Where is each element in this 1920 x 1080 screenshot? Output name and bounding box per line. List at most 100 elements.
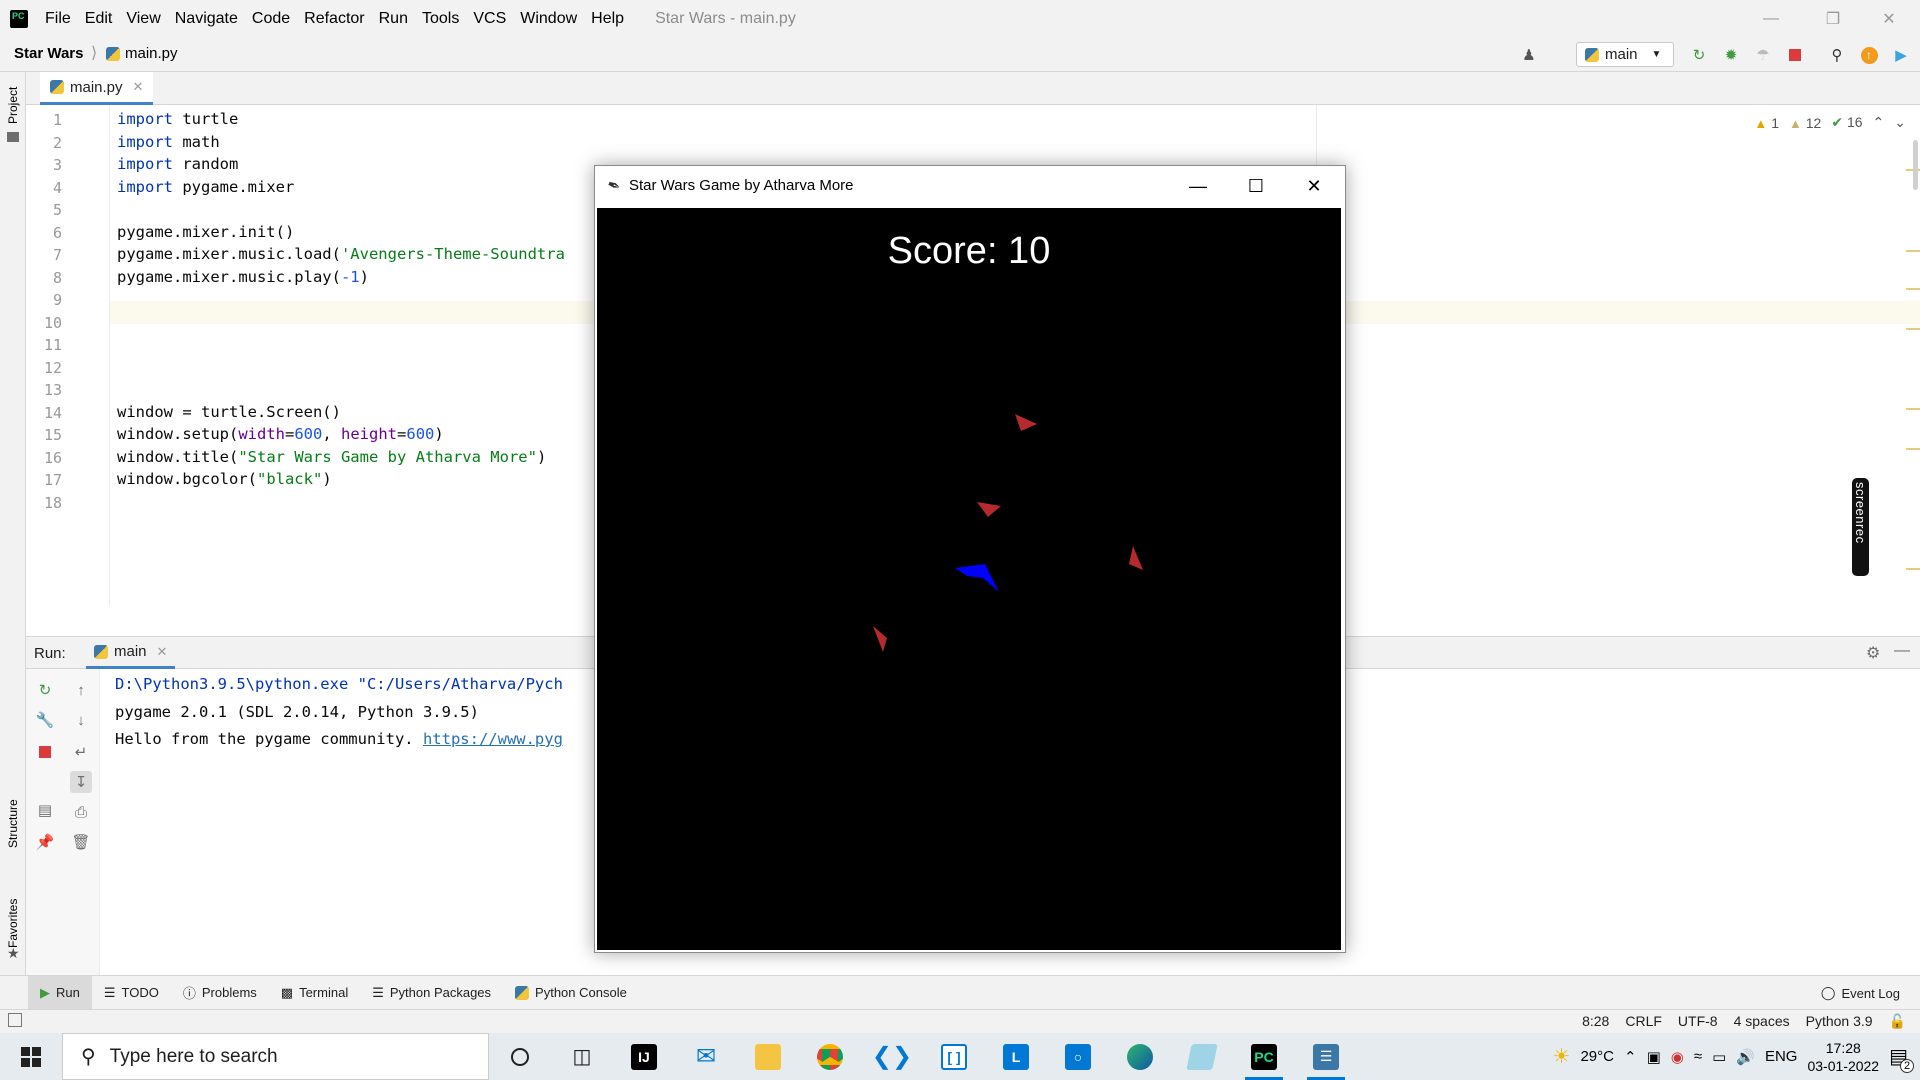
game-minimize-icon[interactable]: — xyxy=(1169,166,1227,206)
tool-tab-python-packages[interactable]: ☰ Python Packages xyxy=(360,976,503,1010)
menu-navigate[interactable]: Navigate xyxy=(168,0,245,37)
minimize-icon[interactable]: — xyxy=(1748,0,1794,37)
volume-icon[interactable]: 🔊 xyxy=(1736,1048,1755,1066)
menu-tools[interactable]: Tools xyxy=(415,0,466,37)
wrench-icon[interactable]: 🔧 xyxy=(34,709,56,731)
tool-tab-problems[interactable]: ⓘ Problems xyxy=(171,976,269,1010)
caret-position[interactable]: 8:28 xyxy=(1582,1013,1609,1030)
chrome-icon[interactable] xyxy=(799,1033,861,1080)
menu-refactor[interactable]: Refactor xyxy=(297,0,371,37)
menu-edit[interactable]: Edit xyxy=(78,0,120,37)
favorites-tool-button[interactable]: Favorites xyxy=(6,899,20,948)
tool-tab-run[interactable]: ▶ Run xyxy=(28,975,92,1010)
rerun-icon[interactable]: ↻ xyxy=(34,679,56,701)
code-with-me-icon[interactable]: ▶ xyxy=(1892,46,1910,64)
breadcrumb-file[interactable]: main.py xyxy=(106,45,178,62)
bracket-app-icon[interactable]: [ ] xyxy=(923,1033,985,1080)
menu-help[interactable]: Help xyxy=(584,0,631,37)
run-configuration-select[interactable]: main ▼ xyxy=(1576,42,1674,67)
coverage-icon[interactable]: ☂ xyxy=(1754,46,1772,64)
menu-window[interactable]: Window xyxy=(513,0,584,37)
menu-file[interactable]: File xyxy=(38,0,78,37)
pin-icon[interactable]: 📌 xyxy=(34,831,56,853)
game-maximize-icon[interactable]: ☐ xyxy=(1227,166,1285,206)
arrow-down-icon[interactable]: ↓ xyxy=(70,709,92,731)
stop-icon[interactable] xyxy=(1786,46,1804,64)
file-explorer-icon[interactable] xyxy=(737,1033,799,1080)
game-title-bar[interactable]: ✒ Star Wars Game by Atharva More — ☐ ✕ xyxy=(595,166,1345,206)
cortana-icon[interactable] xyxy=(489,1033,551,1080)
menu-run[interactable]: Run xyxy=(372,0,415,37)
tablet-app-icon[interactable] xyxy=(1171,1033,1233,1080)
python-turtle-taskbar-icon[interactable]: ☰ xyxy=(1295,1033,1357,1080)
tool-tab-python-console[interactable]: Python Console xyxy=(503,976,639,1010)
arrow-up-icon[interactable]: ↑ xyxy=(70,679,92,701)
code-text: random xyxy=(173,155,239,173)
toggle-tool-windows-icon[interactable] xyxy=(8,1013,22,1027)
project-tool-button[interactable]: Project xyxy=(6,87,20,124)
search-icon[interactable]: ⚲ xyxy=(1828,46,1846,64)
notifications-icon[interactable]: ▤ 2 xyxy=(1889,1044,1914,1073)
line-separator[interactable]: CRLF xyxy=(1625,1013,1662,1030)
menu-vcs[interactable]: VCS xyxy=(466,0,513,37)
battery-icon[interactable]: ▭ xyxy=(1712,1048,1726,1066)
intellij-idea-icon[interactable]: IJ xyxy=(613,1033,675,1080)
chevron-down-icon[interactable]: ⌄ xyxy=(1894,114,1906,131)
game-close-icon[interactable]: ✕ xyxy=(1285,166,1343,206)
console-link[interactable]: https://www.pyg xyxy=(423,730,563,748)
structure-tool-button[interactable]: Structure xyxy=(6,799,20,848)
hide-panel-icon[interactable]: — xyxy=(1894,642,1910,660)
vscode-icon[interactable]: ❮❯ xyxy=(861,1033,923,1080)
chevron-up-icon[interactable]: ⌃ xyxy=(1873,114,1885,131)
close-tab-icon[interactable]: ✕ xyxy=(157,644,168,660)
tool-tab-event-log[interactable]: ◯ Event Log xyxy=(1821,976,1900,1010)
run-tab-main[interactable]: main ✕ xyxy=(86,637,176,669)
scroll-to-end-icon[interactable]: ↧ xyxy=(70,771,92,793)
task-view-icon[interactable]: ◫ xyxy=(551,1033,613,1080)
lock-icon[interactable]: 🔓 xyxy=(1889,1013,1906,1030)
game-canvas[interactable]: Score: 10 xyxy=(597,208,1341,950)
tool-tab-todo[interactable]: ☰ TODO xyxy=(92,976,171,1010)
python-interpreter[interactable]: Python 3.9 xyxy=(1806,1013,1873,1030)
menu-code[interactable]: Code xyxy=(245,0,297,37)
security-icon[interactable]: ◉ xyxy=(1671,1048,1684,1066)
debug-icon[interactable]: ✹ xyxy=(1722,46,1740,64)
menu-view[interactable]: View xyxy=(119,0,167,37)
editor-scrollbar[interactable] xyxy=(1913,140,1918,190)
taskbar-search[interactable]: ⚲ Type here to search xyxy=(62,1033,489,1080)
l-app-icon[interactable]: L xyxy=(985,1033,1047,1080)
weak-warnings-count[interactable]: ▲ 12 xyxy=(1789,115,1821,131)
start-button[interactable] xyxy=(0,1033,62,1080)
file-encoding[interactable]: UTF-8 xyxy=(1678,1013,1718,1030)
restore-icon[interactable]: ❐ xyxy=(1810,0,1856,37)
print-icon[interactable]: ⎙ xyxy=(70,801,92,823)
tool-tab-terminal[interactable]: ▩ Terminal xyxy=(269,976,360,1010)
wifi-icon[interactable]: ≈ xyxy=(1694,1048,1702,1065)
trash-icon[interactable]: 🗑 xyxy=(70,831,92,853)
settings-gear-icon[interactable]: ⚙ xyxy=(1866,643,1880,663)
stop-icon[interactable] xyxy=(34,741,56,763)
clock[interactable]: 17:28 03-01-2022 xyxy=(1807,1039,1879,1075)
warnings-count[interactable]: ▲ 1 xyxy=(1754,115,1779,131)
weather-temp[interactable]: 29°C xyxy=(1580,1048,1614,1065)
pycharm-taskbar-icon[interactable]: PC xyxy=(1233,1033,1295,1080)
layout-icon[interactable]: ▤ xyxy=(34,799,56,821)
edge-icon[interactable] xyxy=(1109,1033,1171,1080)
user-account-icon[interactable]: ♟ xyxy=(1520,46,1538,64)
language-indicator[interactable]: ENG xyxy=(1765,1048,1798,1065)
weather-icon[interactable]: ☀ xyxy=(1553,1044,1571,1069)
close-tab-icon[interactable]: ✕ xyxy=(133,79,144,95)
update-icon[interactable]: ↑ xyxy=(1860,46,1878,64)
mail-icon[interactable]: ✉ xyxy=(675,1033,737,1080)
blue-app-icon[interactable]: ○ xyxy=(1047,1033,1109,1080)
rerun-icon[interactable]: ↻ xyxy=(1690,46,1708,64)
chevron-up-icon[interactable]: ⌃ xyxy=(1624,1048,1637,1066)
close-icon[interactable]: ✕ xyxy=(1866,0,1912,37)
tab-main-py[interactable]: main.py ✕ xyxy=(40,72,154,105)
typos-count[interactable]: ✔ 16 xyxy=(1831,114,1862,131)
breadcrumb-project[interactable]: Star Wars xyxy=(14,45,83,62)
meet-now-icon[interactable]: ▣ xyxy=(1647,1048,1661,1066)
soft-wrap-icon[interactable]: ↵ xyxy=(70,741,92,763)
inspection-widget[interactable]: ▲ 1 ▲ 12 ✔ 16 ⌃ ⌄ xyxy=(1754,114,1906,131)
indent-setting[interactable]: 4 spaces xyxy=(1734,1013,1790,1030)
